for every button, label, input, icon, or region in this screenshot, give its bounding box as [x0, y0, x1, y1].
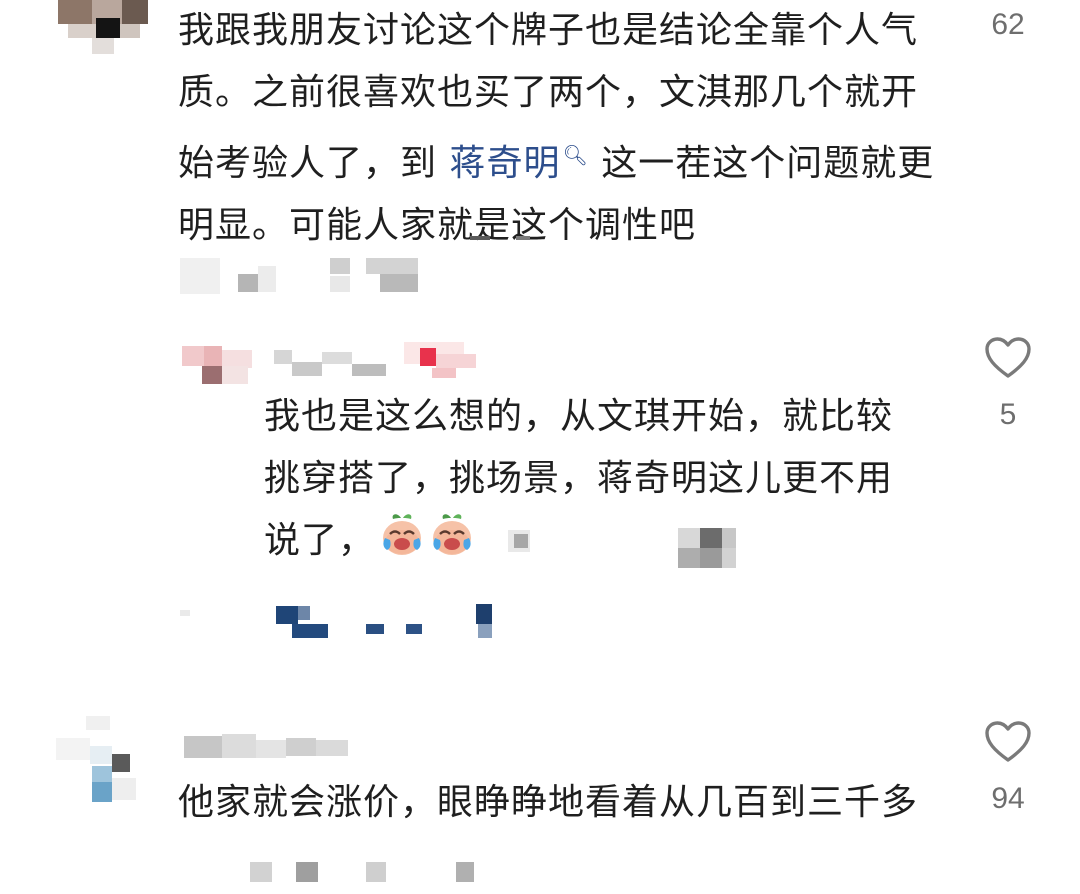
commenter-username-blurred[interactable] [184, 730, 374, 762]
commenter-avatar-blurred[interactable] [58, 0, 148, 56]
search-link-jiang-qiming[interactable]: 蒋奇明 🔍︎ [449, 143, 588, 184]
crying-laughing-peach-emoji [383, 514, 422, 555]
replier-avatar-and-name-blurred[interactable] [182, 330, 502, 390]
comment-text: 我跟我朋友讨论这个牌子也是结论全靠个人气质。之前很喜欢也买了两个，文淇那几个就开… [178, 0, 938, 257]
search-link-label: 蒋奇明 [449, 143, 561, 184]
reply-inline-blurred [508, 524, 738, 572]
reply-meta-blurred [180, 600, 510, 646]
commenter-avatar-blurred[interactable] [56, 716, 146, 808]
heart-outline-icon [985, 337, 1031, 378]
comment-meta-blurred [180, 236, 530, 296]
like-count: 5 [999, 398, 1017, 431]
comment-meta-blurred [250, 858, 490, 894]
like-button[interactable] [984, 720, 1032, 764]
search-icon: 🔍︎ [562, 143, 589, 167]
comment-text: 他家就会涨价，眼睁睁地看着从几百到三千多 [178, 782, 919, 823]
like-count: 94 [991, 782, 1025, 815]
crying-laughing-peach-emoji [433, 514, 472, 555]
heart-outline-icon [985, 721, 1031, 762]
like-count: 62 [991, 8, 1025, 41]
like-button[interactable] [984, 336, 1032, 380]
